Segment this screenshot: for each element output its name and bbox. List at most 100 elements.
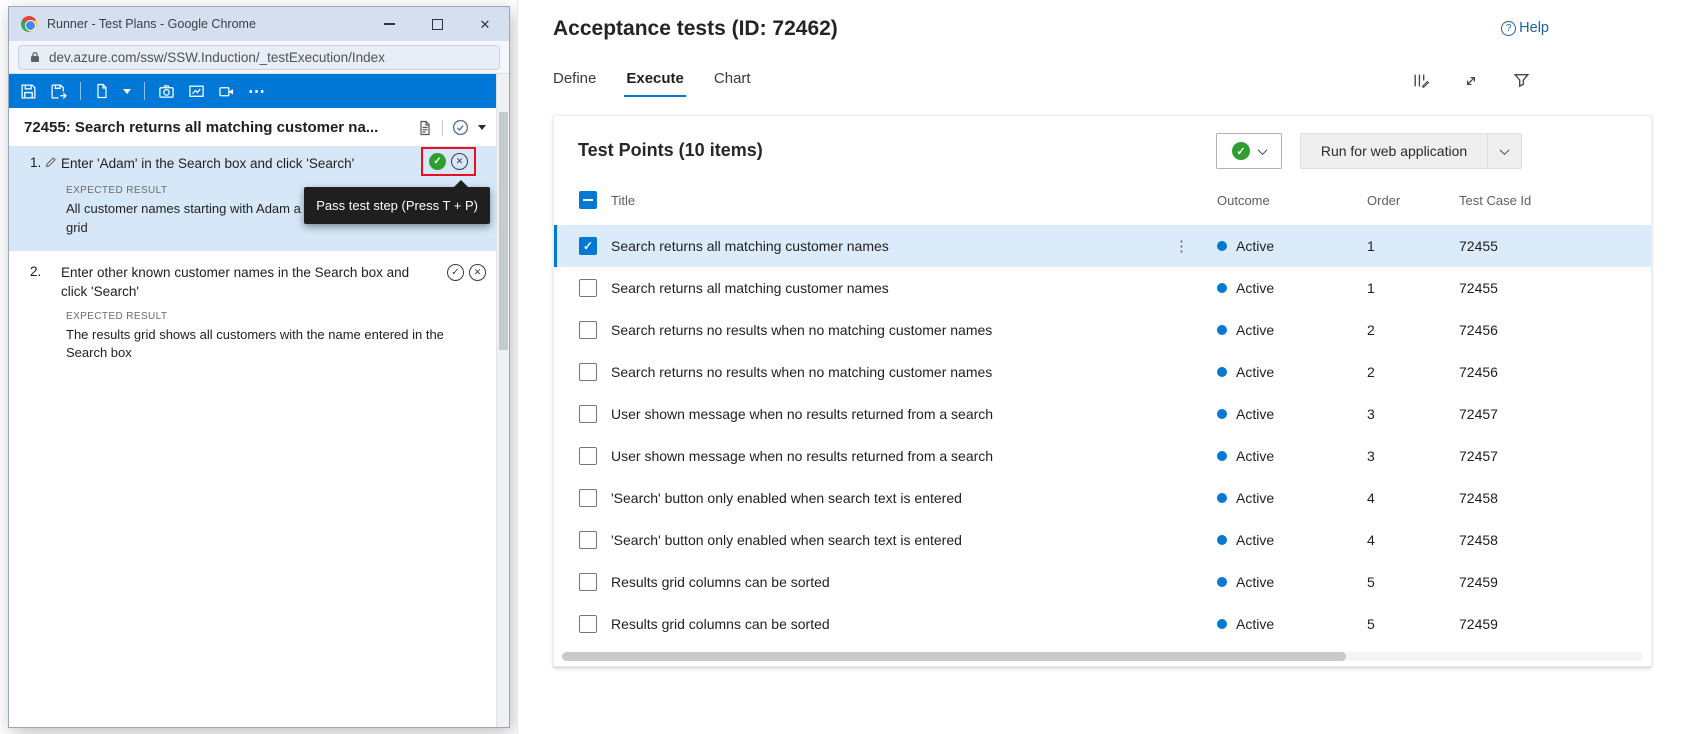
step-number: 1.	[30, 155, 45, 170]
row-test-case-id: 72455	[1459, 238, 1651, 254]
column-test-case-id[interactable]: Test Case Id	[1459, 193, 1651, 208]
row-checkbox[interactable]	[579, 615, 597, 633]
chrome-logo-icon	[21, 16, 37, 32]
column-order[interactable]: Order	[1367, 193, 1459, 208]
column-outcome[interactable]: Outcome	[1217, 193, 1367, 208]
record-video-button[interactable]	[218, 83, 235, 100]
row-checkbox-cell	[554, 615, 611, 633]
document-dropdown-button[interactable]	[123, 89, 131, 94]
table-row[interactable]: User shown message when no results retur…	[554, 393, 1651, 435]
window-title: Runner - Test Plans - Google Chrome	[47, 17, 365, 31]
outcome-caret-icon[interactable]	[478, 125, 486, 130]
tab-execute[interactable]: Execute	[626, 70, 684, 97]
address-bar[interactable]: dev.azure.com/ssw/SSW.Induction/_testExe…	[18, 45, 500, 70]
table-horizontal-scrollbar[interactable]	[562, 652, 1643, 661]
runner-vertical-scrollbar[interactable]	[496, 74, 509, 727]
row-checkbox[interactable]	[579, 405, 597, 423]
test-plans-panel: Acceptance tests (ID: 72462) ? Help Defi…	[518, 0, 1687, 734]
camera-button[interactable]	[158, 83, 175, 100]
tab-chart[interactable]: Chart	[714, 70, 751, 97]
table-row[interactable]: Search returns no results when no matchi…	[554, 309, 1651, 351]
column-options-button[interactable]	[1412, 72, 1429, 89]
fail-step-icon[interactable]	[451, 153, 468, 170]
row-title: User shown message when no results retur…	[611, 406, 993, 422]
outcome-active-dot-icon	[1217, 325, 1227, 335]
table-row[interactable]: Results grid columns can be sorted Activ…	[554, 603, 1651, 645]
row-context-menu-icon[interactable]	[1174, 237, 1189, 255]
test-case-title: 72455: Search returns all matching custo…	[24, 119, 411, 136]
filter-button[interactable]	[1513, 72, 1530, 89]
table-row[interactable]: User shown message when no results retur…	[554, 435, 1651, 477]
maximize-button[interactable]	[413, 7, 461, 41]
test-case-header-actions	[411, 119, 486, 136]
scrollbar-thumb[interactable]	[562, 652, 1346, 661]
table-row[interactable]: Search returns no results when no matchi…	[554, 351, 1651, 393]
pass-step-icon[interactable]	[429, 153, 446, 170]
test-case-details-icon[interactable]	[417, 120, 433, 136]
step-action-text: Enter 'Adam' in the Search box and click…	[61, 155, 421, 174]
close-icon: ✕	[480, 18, 491, 31]
fullscreen-button[interactable]	[1463, 73, 1479, 89]
outcome-filter-button[interactable]	[1216, 133, 1282, 169]
table-row[interactable]: 'Search' button only enabled when search…	[554, 477, 1651, 519]
edit-step-icon[interactable]	[45, 156, 57, 168]
row-checkbox[interactable]	[579, 321, 597, 339]
row-checkbox[interactable]	[579, 573, 597, 591]
row-checkbox[interactable]	[579, 279, 597, 297]
row-title: 'Search' button only enabled when search…	[611, 532, 962, 548]
tab-define[interactable]: Define	[553, 70, 596, 97]
row-checkbox[interactable]	[579, 447, 597, 465]
window-titlebar[interactable]: Runner - Test Plans - Google Chrome ✕	[9, 7, 509, 41]
column-title[interactable]: Title	[611, 193, 1217, 208]
row-checkbox-cell	[554, 237, 611, 255]
pass-step-icon[interactable]	[447, 264, 464, 281]
table-header: Title Outcome Order Test Case Id	[554, 185, 1651, 215]
scrollbar-thumb[interactable]	[499, 112, 508, 350]
row-checkbox[interactable]	[579, 489, 597, 507]
save-and-close-button[interactable]	[50, 83, 67, 100]
row-order: 4	[1367, 490, 1459, 506]
table-row[interactable]: Search returns all matching customer nam…	[554, 267, 1651, 309]
row-title: Search returns no results when no matchi…	[611, 364, 992, 380]
row-order: 5	[1367, 616, 1459, 632]
mark-outcome-icon[interactable]	[452, 119, 469, 136]
row-order: 5	[1367, 574, 1459, 590]
minimize-icon	[384, 23, 395, 25]
step-outcome-highlight	[421, 147, 476, 176]
row-title-cell: Search returns no results when no matchi…	[611, 321, 1217, 339]
row-checkbox[interactable]	[579, 237, 597, 255]
run-for-web-application-button[interactable]: Run for web application	[1300, 133, 1522, 169]
table-row[interactable]: Search returns all matching customer nam…	[554, 225, 1651, 267]
chevron-down-icon	[1500, 145, 1510, 155]
table-row[interactable]: 'Search' button only enabled when search…	[554, 519, 1651, 561]
row-order: 3	[1367, 406, 1459, 422]
select-all-checkbox[interactable]	[579, 191, 597, 209]
more-options-button[interactable]: ⋯	[248, 83, 266, 100]
help-link[interactable]: ? Help	[1501, 20, 1549, 36]
row-checkbox-cell	[554, 531, 611, 549]
minimize-button[interactable]	[365, 7, 413, 41]
test-step-1[interactable]: 1. Enter 'Adam' in the Search box and cl…	[9, 147, 496, 251]
table-row[interactable]: Results grid columns can be sorted Activ…	[554, 561, 1651, 603]
close-button[interactable]: ✕	[461, 7, 509, 41]
save-icon	[20, 83, 37, 100]
row-checkbox-cell	[554, 573, 611, 591]
screenshot-button[interactable]	[188, 83, 205, 100]
save-button[interactable]	[20, 83, 37, 100]
row-test-case-id: 72459	[1459, 574, 1651, 590]
row-title: Search returns all matching customer nam…	[611, 280, 889, 296]
row-checkbox[interactable]	[579, 531, 597, 549]
row-checkbox-cell	[554, 279, 611, 297]
lock-icon	[29, 51, 41, 63]
test-step-2[interactable]: 2. Enter other known customer names in t…	[9, 256, 496, 376]
test-case-header: 72455: Search returns all matching custo…	[9, 108, 496, 147]
fail-step-icon[interactable]	[469, 264, 486, 281]
run-button-dropdown[interactable]	[1487, 134, 1521, 168]
outcome-pass-icon	[1232, 142, 1250, 160]
row-checkbox[interactable]	[579, 363, 597, 381]
row-test-case-id: 72456	[1459, 322, 1651, 338]
panel-header: Acceptance tests (ID: 72462) ? Help	[518, 0, 1687, 41]
expected-result-block: EXPECTED RESULT The results grid shows a…	[66, 311, 486, 362]
document-button[interactable]	[94, 83, 110, 99]
outcome-active-dot-icon	[1217, 241, 1227, 251]
